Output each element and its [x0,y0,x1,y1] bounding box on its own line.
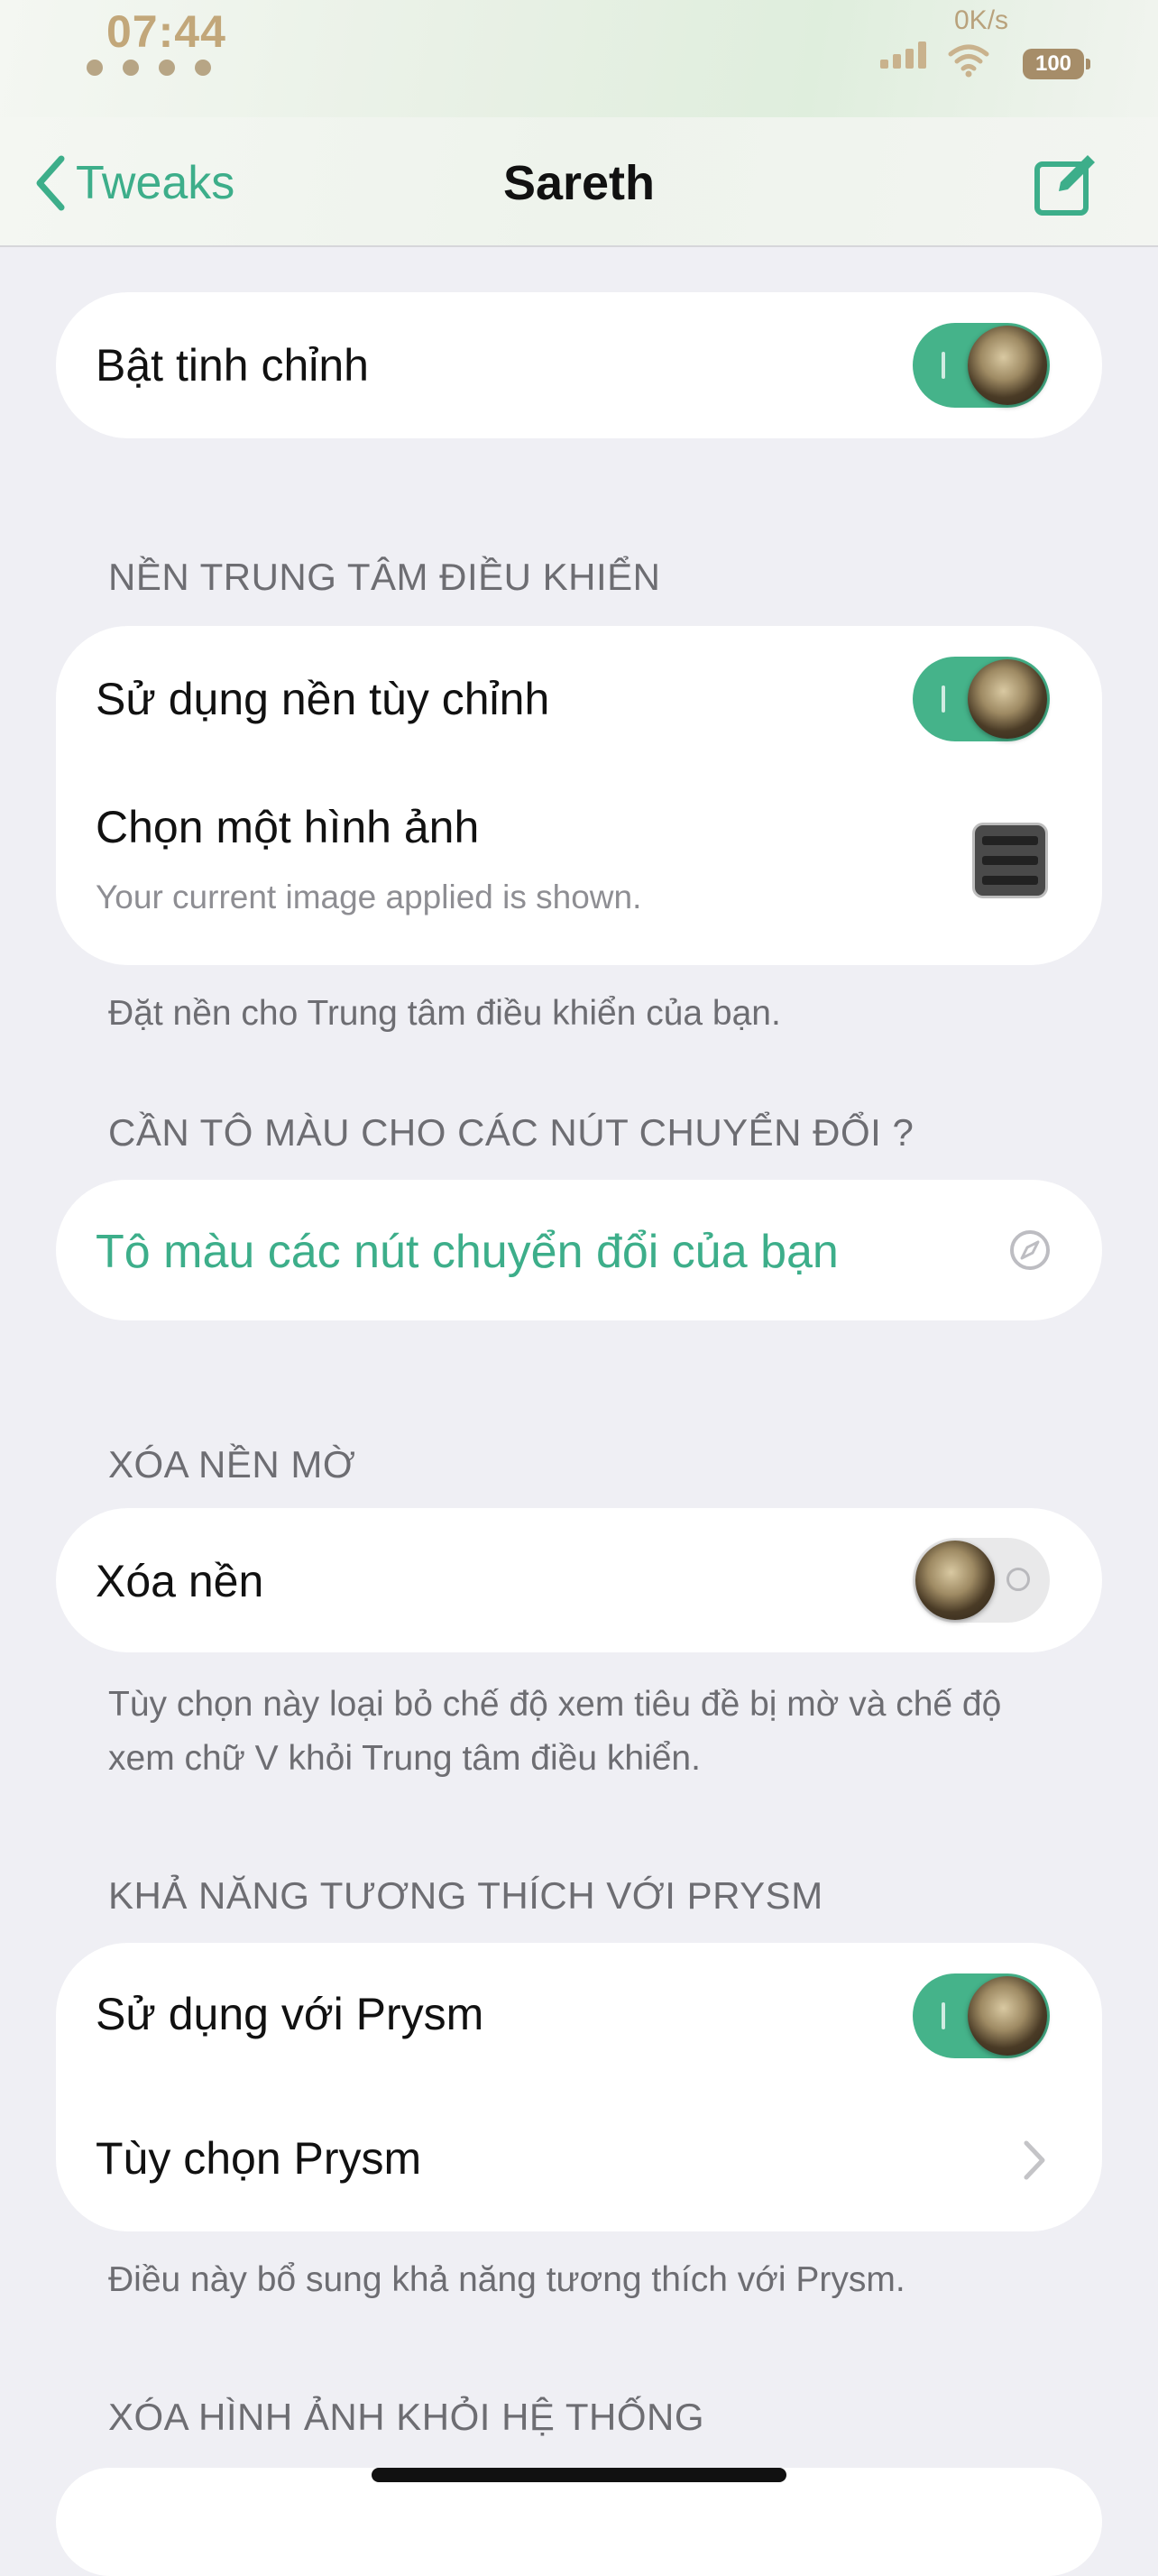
wifi-icon [948,44,989,78]
toggle-knob [968,659,1047,739]
toggle-knob [915,1541,995,1620]
choose-image-label: Chọn một hình ảnh [96,802,480,852]
use-with-prysm-toggle[interactable] [913,1973,1050,2058]
navigation-bar: Tweaks Sareth [0,117,1158,247]
choose-image-row[interactable]: Chọn một hình ảnh Your current image app… [56,772,1102,965]
compass-icon [1010,1230,1050,1270]
prysm-options-row[interactable]: Tùy chọn Prysm [56,2087,1102,2231]
remove-blur-toggle[interactable] [913,1538,1050,1623]
prysm-footer: Điều này bổ sung khả năng tương thích vớ… [108,2260,905,2299]
battery-icon: 100 [1023,49,1090,79]
enable-tweak-toggle[interactable] [913,323,1050,408]
status-indicator-icons [87,60,211,76]
status-time: 07:44 [106,6,226,57]
use-custom-background-toggle[interactable] [913,657,1050,741]
status-bar: 07:44 0K/s 100 [0,0,1158,117]
section-header-prysm: KHẢ NĂNG TƯƠNG THÍCH VỚI PRYSM [108,1874,823,1917]
use-with-prysm-row: Sử dụng với Prysm [56,1943,1102,2087]
cc-background-card: Sử dụng nền tùy chỉnh Chọn một hình ảnh … [56,626,1102,965]
home-indicator[interactable] [372,2468,786,2482]
compose-icon[interactable] [1034,152,1098,216]
notification-icon [87,60,103,76]
prysm-card: Sử dụng với Prysm Tùy chọn Prysm [56,1943,1102,2231]
battery-level: 100 [1034,51,1072,76]
location-arrow-icon [195,60,211,76]
cc-background-footer: Đặt nền cho Trung tâm điều khiển của bạn… [108,994,781,1033]
section-header-toggle-colors: CẦN TÔ MÀU CHO CÁC NÚT CHUYỂN ĐỔI ? [108,1111,914,1154]
airpods-icon [123,60,139,76]
cellular-signal-icon [880,41,926,69]
net-speed: 0K/s [954,5,1009,35]
section-header-cc-background: NỀN TRUNG TÂM ĐIỀU KHIỂN [108,556,661,598]
remove-blur-card: Xóa nền [56,1508,1102,1652]
toggle-knob [968,326,1047,405]
color-toggles-card[interactable]: Tô màu các nút chuyển đổi của bạn [56,1180,1102,1320]
blur-footer: Tùy chọn này loại bỏ chế độ xem tiêu đề … [108,1685,1002,1778]
use-custom-background-row: Sử dụng nền tùy chỉnh [56,626,1102,772]
enable-tweak-label: Bật tinh chỉnh [96,340,369,391]
chevron-right-icon [1024,2140,1045,2180]
toggle-knob [968,1976,1047,2056]
system-images-card [56,2468,1102,2576]
color-toggles-link[interactable]: Tô màu các nút chuyển đổi của bạn [96,1225,839,1279]
section-header-blur: XÓA NỀN MỜ [108,1443,356,1486]
page-title: Sareth [502,156,656,210]
choose-image-subtitle: Your current image applied is shown. [96,879,642,915]
current-image-thumbnail[interactable] [972,823,1048,898]
use-custom-background-label: Sử dụng nền tùy chỉnh [96,674,550,724]
section-header-system-images: XÓA HÌNH ẢNH KHỎI HỆ THỐNG [108,2396,704,2438]
orientation-lock-icon [159,60,175,76]
prysm-options-label: Tùy chọn Prysm [96,2133,422,2184]
use-with-prysm-label: Sử dụng với Prysm [96,1989,484,2039]
enable-tweak-card: Bật tinh chỉnh [56,292,1102,438]
remove-blur-label: Xóa nền [96,1556,264,1606]
